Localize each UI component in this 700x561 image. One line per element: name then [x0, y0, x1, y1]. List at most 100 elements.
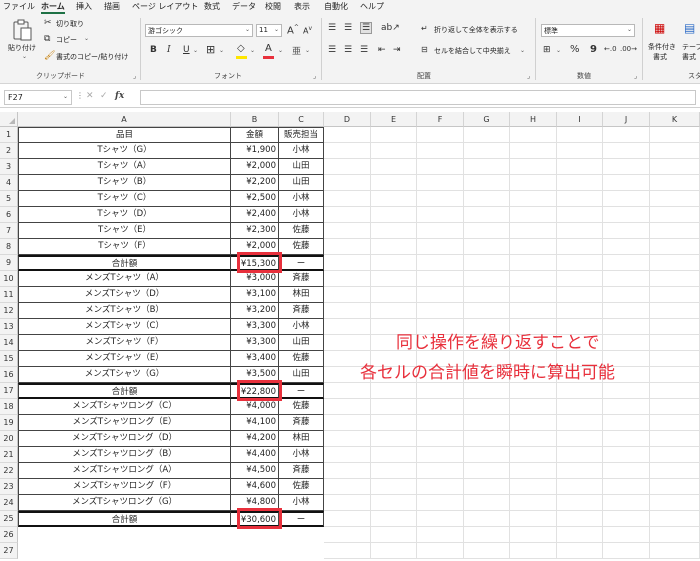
tab-page-layout[interactable]: ページ レイアウト: [132, 1, 198, 12]
cell[interactable]: [324, 271, 371, 287]
cell[interactable]: [417, 239, 464, 255]
font-color-dropdown-icon[interactable]: ⌄: [278, 47, 283, 54]
cell[interactable]: [464, 399, 510, 415]
row-header-4[interactable]: 4: [0, 175, 18, 191]
row-header-15[interactable]: 15: [0, 351, 18, 367]
cell[interactable]: [557, 303, 603, 319]
item-cell[interactable]: メンズTシャツ（C）: [18, 319, 231, 335]
amount-cell[interactable]: ¥2,000: [231, 159, 279, 175]
decrease-indent-icon[interactable]: ⇤: [378, 45, 386, 55]
item-cell[interactable]: Tシャツ（A）: [18, 159, 231, 175]
cell[interactable]: [603, 143, 650, 159]
amount-cell[interactable]: ¥2,200: [231, 175, 279, 191]
cell[interactable]: [557, 495, 603, 511]
tab-automate[interactable]: 自動化: [324, 1, 348, 12]
cell[interactable]: [650, 335, 700, 351]
cell[interactable]: [371, 223, 417, 239]
cell[interactable]: [324, 415, 371, 431]
cell[interactable]: [324, 511, 371, 527]
cell[interactable]: [324, 159, 371, 175]
comma-style-button[interactable]: 9: [590, 44, 597, 55]
underline-button[interactable]: U: [183, 45, 190, 55]
percent-button[interactable]: %: [570, 44, 580, 55]
cell[interactable]: [603, 495, 650, 511]
cell[interactable]: [557, 207, 603, 223]
cell[interactable]: [417, 463, 464, 479]
staff-cell[interactable]: 佐藤: [279, 399, 324, 415]
cell[interactable]: [557, 159, 603, 175]
cell[interactable]: [371, 511, 417, 527]
cell[interactable]: [557, 399, 603, 415]
cell[interactable]: [417, 495, 464, 511]
cell[interactable]: [371, 527, 417, 543]
cell[interactable]: [510, 431, 557, 447]
cell[interactable]: [603, 239, 650, 255]
tab-help[interactable]: ヘルプ: [360, 1, 384, 12]
column-header-e[interactable]: E: [371, 112, 417, 127]
cell[interactable]: [464, 255, 510, 271]
merge-center-button[interactable]: セルを結合して中央揃え: [434, 46, 511, 56]
cell[interactable]: [464, 431, 510, 447]
paste-button[interactable]: [12, 19, 32, 41]
copy-dropdown-icon[interactable]: ⌄: [84, 35, 89, 42]
cell[interactable]: [371, 255, 417, 271]
cell[interactable]: [603, 479, 650, 495]
grow-font-button[interactable]: A^: [287, 24, 299, 36]
cell[interactable]: [324, 479, 371, 495]
cell[interactable]: [324, 527, 371, 543]
borders-icon[interactable]: ⊞: [206, 43, 215, 56]
cell[interactable]: [650, 239, 700, 255]
cell[interactable]: [371, 127, 417, 143]
align-right-icon[interactable]: ☰: [360, 45, 368, 55]
cell[interactable]: [510, 415, 557, 431]
row-header-1[interactable]: 1: [0, 127, 18, 143]
cell[interactable]: [510, 383, 557, 399]
tab-file[interactable]: ファイル: [3, 1, 35, 12]
cell[interactable]: [417, 431, 464, 447]
cell[interactable]: [417, 127, 464, 143]
increase-decimal-icon[interactable]: ←.0: [604, 45, 617, 53]
cell[interactable]: [464, 287, 510, 303]
cell[interactable]: [603, 399, 650, 415]
cell[interactable]: [557, 223, 603, 239]
cell[interactable]: [650, 255, 700, 271]
cell[interactable]: [510, 175, 557, 191]
table-header-cell[interactable]: 販売担当: [279, 127, 324, 143]
tab-draw[interactable]: 描画: [104, 1, 120, 12]
tab-formulas[interactable]: 数式: [204, 1, 220, 12]
cell[interactable]: [417, 255, 464, 271]
item-cell[interactable]: Tシャツ（B）: [18, 175, 231, 191]
cell[interactable]: [603, 447, 650, 463]
cell[interactable]: [510, 303, 557, 319]
row-header-19[interactable]: 19: [0, 415, 18, 431]
formula-input[interactable]: [140, 90, 696, 105]
cell[interactable]: [557, 543, 603, 559]
align-center-icon[interactable]: ☰: [344, 45, 352, 55]
cell[interactable]: [464, 495, 510, 511]
cell[interactable]: [603, 207, 650, 223]
decrease-decimal-icon[interactable]: .00→: [620, 45, 637, 53]
cell[interactable]: [557, 383, 603, 399]
cell[interactable]: [464, 383, 510, 399]
staff-cell[interactable]: 林田: [279, 287, 324, 303]
row-header-13[interactable]: 13: [0, 319, 18, 335]
cell[interactable]: [417, 543, 464, 559]
tab-review[interactable]: 校閲: [265, 1, 281, 12]
cell[interactable]: [603, 223, 650, 239]
paste-dropdown-icon[interactable]: ⌄: [22, 53, 27, 60]
item-cell[interactable]: メンズTシャツロング（E）: [18, 415, 231, 431]
tab-view[interactable]: 表示: [294, 1, 310, 12]
cell[interactable]: [603, 431, 650, 447]
cell[interactable]: [371, 431, 417, 447]
cell[interactable]: [603, 159, 650, 175]
cell[interactable]: [557, 479, 603, 495]
cell[interactable]: [557, 127, 603, 143]
cell[interactable]: [650, 511, 700, 527]
cell[interactable]: [371, 287, 417, 303]
staff-cell[interactable]: 斉藤: [279, 463, 324, 479]
cell[interactable]: [324, 287, 371, 303]
item-cell[interactable]: メンズTシャツ（E）: [18, 351, 231, 367]
table-header-cell[interactable]: 金額: [231, 127, 279, 143]
item-cell[interactable]: メンズTシャツロング（D）: [18, 431, 231, 447]
font-color-button[interactable]: A: [265, 43, 272, 54]
